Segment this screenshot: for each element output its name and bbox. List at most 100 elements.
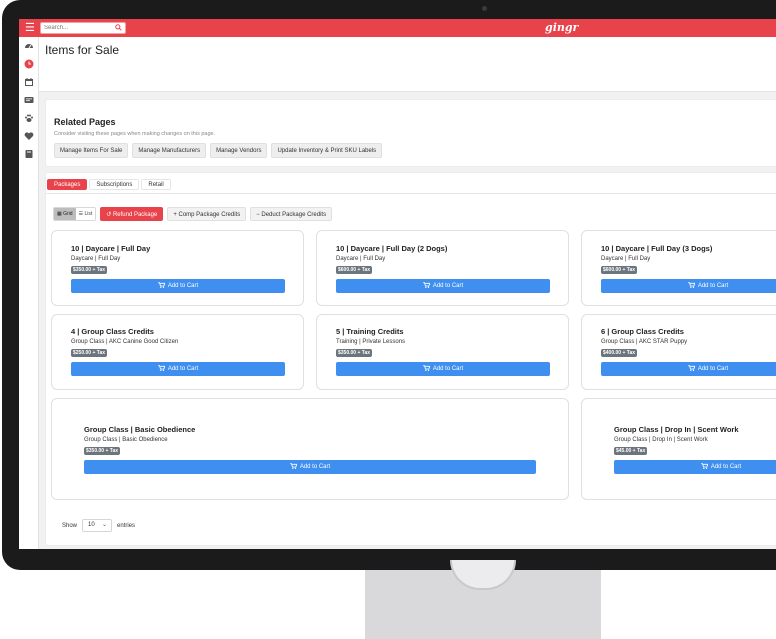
grid-view-label: Grid bbox=[63, 211, 73, 217]
dashboard-icon[interactable] bbox=[24, 41, 34, 51]
add-to-cart-button[interactable]: Add to Cart bbox=[336, 279, 550, 293]
price-badge: $45.00 + Tax bbox=[614, 447, 648, 455]
package-title: Group Class | Basic Obedience bbox=[84, 425, 196, 434]
show-label: Show bbox=[62, 522, 78, 529]
cart-icon bbox=[687, 365, 696, 371]
id-card-icon[interactable] bbox=[24, 95, 34, 105]
refund-package-button[interactable]: ↺ Refund Package bbox=[100, 207, 164, 221]
add-to-cart-label: Add to Cart bbox=[167, 283, 199, 289]
search-box bbox=[40, 22, 126, 34]
related-pages-panel: Related Pages Consider visiting these pa… bbox=[45, 99, 776, 167]
package-category: Group Class | AKC STAR Puppy bbox=[601, 339, 688, 345]
tabs-divider bbox=[46, 193, 776, 194]
link-manage-vendors[interactable]: Manage Vendors bbox=[210, 143, 268, 158]
items-panel: Packages Subscriptions Retail ▦ Grid ☰ L… bbox=[45, 172, 776, 546]
cart-icon bbox=[700, 463, 709, 469]
add-to-cart-button[interactable]: Add to Cart bbox=[614, 460, 776, 474]
add-to-cart-button[interactable]: Add to Cart bbox=[336, 362, 550, 376]
related-pages-title: Related Pages bbox=[54, 117, 116, 127]
search-icon[interactable] bbox=[115, 24, 122, 31]
price-badge: $350.00 + Tax bbox=[71, 266, 108, 274]
cart-icon bbox=[422, 365, 431, 371]
top-bar: ☰ gingr bbox=[19, 19, 776, 37]
page-header: Items for Sale bbox=[39, 37, 776, 92]
add-to-cart-button[interactable]: Add to Cart bbox=[71, 362, 285, 376]
add-to-cart-button[interactable]: Add to Cart bbox=[601, 279, 776, 293]
tab-subscriptions[interactable]: Subscriptions bbox=[89, 179, 140, 190]
clock-alert-icon[interactable] bbox=[24, 59, 34, 69]
grid-view-button[interactable]: ▦ Grid bbox=[54, 208, 76, 220]
cart-icon bbox=[157, 365, 166, 371]
minus-icon: − bbox=[256, 212, 260, 218]
price-badge: $250.00 + Tax bbox=[71, 349, 108, 357]
comp-credits-button[interactable]: + Comp Package Credits bbox=[167, 207, 247, 221]
undo-icon: ↺ bbox=[106, 212, 112, 218]
package-card: Group Class | Basic Obedience Group Clas… bbox=[51, 398, 569, 500]
book-icon[interactable] bbox=[24, 149, 34, 159]
entries-value: 10 bbox=[88, 522, 95, 528]
package-title: 5 | Training Credits bbox=[336, 327, 404, 336]
add-to-cart-label: Add to Cart bbox=[432, 283, 464, 289]
add-to-cart-button[interactable]: Add to Cart bbox=[71, 279, 285, 293]
calendar-icon[interactable] bbox=[24, 77, 34, 87]
package-category: Group Class | AKC Canine Good Citizen bbox=[71, 339, 179, 345]
package-card: 5 | Training Credits Training | Private … bbox=[316, 314, 569, 390]
packages-toolbar: ▦ Grid ☰ List ↺ Refund Package + Comp Pa… bbox=[53, 207, 333, 221]
link-manage-manufacturers[interactable]: Manage Manufacturers bbox=[132, 143, 207, 158]
package-card: 10 | Daycare | Full Day (3 Dogs) Daycare… bbox=[581, 230, 776, 306]
add-to-cart-button[interactable]: Add to Cart bbox=[84, 460, 536, 474]
grid-icon: ▦ bbox=[57, 211, 62, 217]
cart-icon bbox=[687, 282, 696, 288]
brand-logo[interactable]: gingr bbox=[545, 21, 578, 34]
plus-icon: + bbox=[173, 212, 177, 218]
package-title: 10 | Daycare | Full Day (2 Dogs) bbox=[336, 244, 448, 253]
price-badge: $600.00 + Tax bbox=[601, 266, 638, 274]
list-view-label: List bbox=[84, 211, 93, 217]
link-manage-items[interactable]: Manage Items For Sale bbox=[54, 143, 129, 158]
list-view-button[interactable]: ☰ List bbox=[75, 208, 96, 220]
camera-dot bbox=[482, 6, 487, 11]
hamburger-menu-icon[interactable]: ☰ bbox=[25, 22, 35, 34]
package-title: 6 | Group Class Credits bbox=[601, 327, 684, 336]
entries-select[interactable]: 10 ⌄ bbox=[82, 519, 113, 532]
sidebar bbox=[19, 37, 39, 549]
package-title: Group Class | Drop In | Scent Work bbox=[614, 425, 739, 434]
add-to-cart-label: Add to Cart bbox=[167, 366, 199, 372]
add-to-cart-label: Add to Cart bbox=[432, 366, 464, 372]
add-to-cart-label: Add to Cart bbox=[697, 366, 729, 372]
price-badge: $350.00 + Tax bbox=[84, 447, 121, 455]
entries-label: entries bbox=[117, 522, 136, 529]
refund-package-label: Refund Package bbox=[112, 212, 158, 218]
price-badge: $400.00 + Tax bbox=[601, 349, 638, 357]
package-card: Group Class | Drop In | Scent Work Group… bbox=[581, 398, 776, 500]
search-input[interactable] bbox=[41, 23, 113, 33]
package-category: Daycare | Full Day bbox=[601, 256, 651, 262]
package-category: Group Class | Basic Obedience bbox=[84, 437, 168, 443]
package-title: 4 | Group Class Credits bbox=[71, 327, 154, 336]
package-category: Daycare | Full Day bbox=[71, 256, 121, 262]
package-category: Daycare | Full Day bbox=[336, 256, 386, 262]
tab-packages[interactable]: Packages bbox=[47, 179, 88, 190]
package-card: 10 | Daycare | Full Day Daycare | Full D… bbox=[51, 230, 304, 306]
paw-icon[interactable] bbox=[24, 113, 34, 123]
price-badge: $600.00 + Tax bbox=[336, 266, 373, 274]
cart-icon bbox=[422, 282, 431, 288]
item-tabs: Packages Subscriptions Retail bbox=[47, 179, 171, 190]
package-category: Training | Private Lessons bbox=[336, 339, 406, 345]
tab-retail[interactable]: Retail bbox=[141, 179, 171, 190]
list-icon: ☰ bbox=[78, 211, 84, 217]
add-to-cart-label: Add to Cart bbox=[710, 464, 742, 470]
deduct-credits-label: Deduct Package Credits bbox=[261, 212, 327, 218]
heart-icon[interactable] bbox=[24, 131, 34, 141]
chevron-down-icon: ⌄ bbox=[101, 522, 108, 528]
add-to-cart-label: Add to Cart bbox=[299, 464, 331, 470]
comp-credits-label: Comp Package Credits bbox=[178, 212, 241, 218]
entries-control: Show 10 ⌄ entries bbox=[62, 519, 135, 532]
related-links: Manage Items For Sale Manage Manufacture… bbox=[54, 143, 383, 158]
deduct-credits-button[interactable]: − Deduct Package Credits bbox=[250, 207, 333, 221]
package-category: Group Class | Drop In | Scent Work bbox=[614, 437, 708, 443]
add-to-cart-button[interactable]: Add to Cart bbox=[601, 362, 776, 376]
app-screen: ☰ gingr bbox=[19, 19, 776, 549]
package-card: 6 | Group Class Credits Group Class | AK… bbox=[581, 314, 776, 390]
link-update-inventory[interactable]: Update Inventory & Print SKU Labels bbox=[271, 143, 383, 158]
